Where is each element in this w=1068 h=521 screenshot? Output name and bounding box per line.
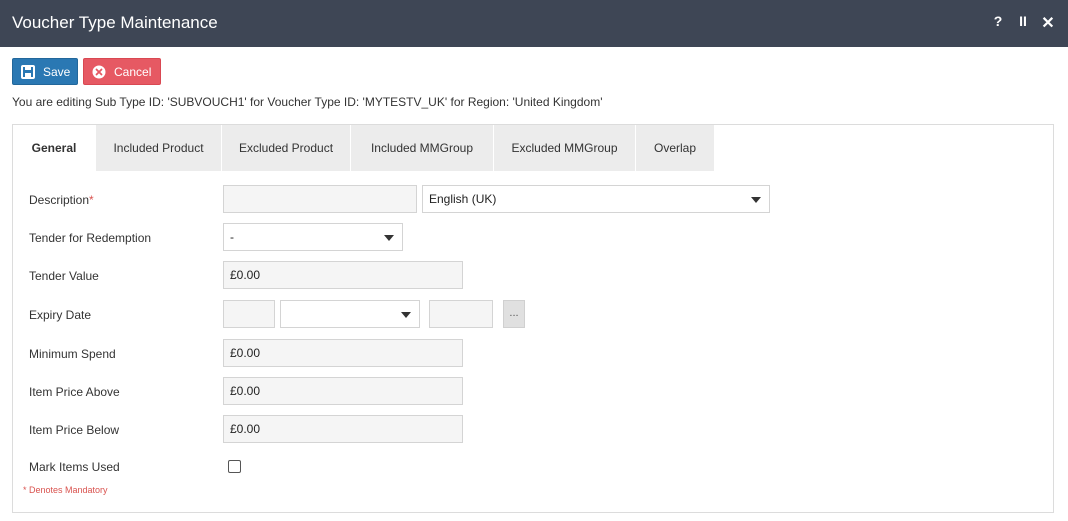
expiry-month-select[interactable]	[280, 300, 420, 328]
tab-overlap[interactable]: Overlap	[636, 125, 715, 171]
save-button[interactable]: Save	[12, 58, 78, 85]
required-marker: *	[89, 193, 94, 207]
close-icon[interactable]: ✕	[1040, 13, 1056, 33]
expiry-year-input[interactable]	[429, 300, 493, 328]
window-titlebar: Voucher Type Maintenance ? II ✕	[0, 0, 1068, 47]
help-icon[interactable]: ?	[990, 13, 1006, 33]
cancel-button[interactable]: Cancel	[83, 58, 161, 85]
item-price-below-label: Item Price Below	[29, 423, 120, 437]
chevron-down-icon	[751, 197, 761, 203]
editing-info-text: You are editing Sub Type ID: 'SUBVOUCH1'…	[12, 95, 603, 109]
cancel-button-label: Cancel	[114, 64, 152, 79]
tab-excluded-mmgroup[interactable]: Excluded MMGroup	[494, 125, 636, 171]
minimum-spend-label: Minimum Spend	[29, 347, 116, 361]
chevron-down-icon	[401, 312, 411, 318]
description-input[interactable]	[223, 185, 417, 213]
expiry-day-input[interactable]	[223, 300, 275, 328]
item-price-above-label: Item Price Above	[29, 385, 120, 399]
window-title: Voucher Type Maintenance	[12, 13, 218, 32]
pause-icon[interactable]: II	[1015, 13, 1031, 33]
tab-included-mmgroup[interactable]: Included MMGroup	[351, 125, 494, 171]
tender-value-input[interactable]: £0.00	[223, 261, 463, 289]
save-icon	[21, 64, 35, 79]
language-select[interactable]: English (UK)	[422, 185, 770, 213]
date-picker-button[interactable]: ...	[503, 300, 525, 328]
tender-for-redemption-select[interactable]: -	[223, 223, 403, 251]
tender-value-label: Tender Value	[29, 269, 99, 283]
language-select-value: English (UK)	[429, 192, 497, 206]
item-price-above-input[interactable]: £0.00	[223, 377, 463, 405]
cancel-icon	[92, 65, 106, 79]
description-label: Description*	[29, 193, 94, 207]
expiry-date-label: Expiry Date	[29, 308, 92, 322]
description-label-text: Description	[29, 193, 90, 207]
minimum-spend-input[interactable]: £0.00	[223, 339, 463, 367]
mark-items-used-label: Mark Items Used	[29, 460, 120, 474]
tab-included-product[interactable]: Included Product	[96, 125, 222, 171]
save-button-label: Save	[43, 64, 71, 79]
item-price-below-input[interactable]: £0.00	[223, 415, 463, 443]
chevron-down-icon	[384, 235, 394, 241]
tender-for-redemption-label: Tender for Redemption	[29, 231, 152, 245]
tab-excluded-product[interactable]: Excluded Product	[222, 125, 351, 171]
tab-bar: General Included Product Excluded Produc…	[13, 125, 715, 171]
tender-for-redemption-value: -	[230, 230, 234, 244]
tab-general[interactable]: General	[13, 125, 96, 171]
mandatory-footnote: * Denotes Mandatory	[23, 485, 108, 495]
mark-items-used-checkbox[interactable]	[228, 460, 241, 473]
tab-panel: General Included Product Excluded Produc…	[12, 124, 1054, 513]
